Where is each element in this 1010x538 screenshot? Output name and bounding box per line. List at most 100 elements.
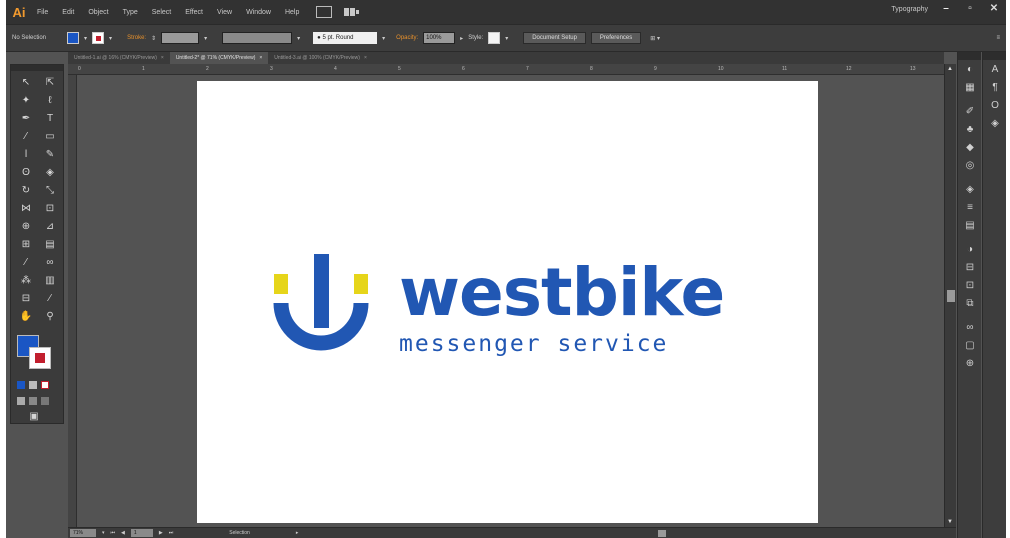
fill-swatch[interactable] <box>67 32 80 44</box>
eyedropper-icon[interactable]: ⁄ <box>15 255 37 271</box>
opacity-dropdown-icon[interactable]: ▸ <box>460 35 463 42</box>
symbol-sprayer-icon[interactable]: ⁂ <box>15 273 37 289</box>
rectangle-icon[interactable]: ▭ <box>39 129 61 145</box>
vertical-scrollbar[interactable]: ▲ ▼ <box>944 64 956 527</box>
document-setup-button[interactable]: Document Setup <box>523 32 586 44</box>
artboards-icon[interactable]: ▢ <box>958 336 982 354</box>
control-panel-menu-icon[interactable]: ≡ <box>996 35 1000 41</box>
menu-select[interactable]: Select <box>145 9 178 16</box>
canvas[interactable]: westbike messenger service <box>78 75 944 527</box>
horizontal-ruler[interactable]: 0 1 2 3 4 5 6 7 8 9 10 11 12 13 <box>68 64 944 75</box>
gradient-icon[interactable]: ▤ <box>39 237 61 253</box>
draw-inside-icon[interactable] <box>41 397 49 405</box>
pen-icon[interactable]: ✒ <box>15 111 37 127</box>
pencil-icon[interactable]: ✎ <box>39 147 61 163</box>
menu-object[interactable]: Object <box>81 9 115 16</box>
menu-effect[interactable]: Effect <box>178 9 210 16</box>
stroke-icon[interactable]: ≡ <box>958 198 982 216</box>
brush-dropdown-icon[interactable]: ▾ <box>382 35 385 42</box>
layers-icon[interactable]: ◈ <box>958 180 982 198</box>
stroke-weight-stepper[interactable]: ⇕ <box>151 35 156 42</box>
perspective-icon[interactable]: ⊿ <box>39 219 61 235</box>
dock-header[interactable] <box>983 52 1006 60</box>
brushes-icon[interactable]: ✐ <box>958 102 982 120</box>
none-mode-icon[interactable] <box>41 381 49 389</box>
slice-icon[interactable]: ∕ <box>39 291 61 307</box>
dock-header[interactable] <box>958 52 981 60</box>
brush-definition-field[interactable]: ● 5 pt. Round <box>313 32 378 44</box>
swatches-icon[interactable]: ▦ <box>958 78 982 96</box>
arrange-panel-icon[interactable]: ⊞ ▾ <box>650 35 660 42</box>
appearance-icon[interactable]: ◎ <box>958 156 982 174</box>
scale-icon[interactable]: ⤡ <box>39 183 61 199</box>
color-mode-icon[interactable] <box>17 381 25 389</box>
go-to-bridge-icon[interactable] <box>316 6 333 18</box>
first-artboard-icon[interactable]: ⏮ <box>111 530 116 536</box>
variable-width-field[interactable] <box>222 32 293 44</box>
horizontal-scroll-thumb[interactable] <box>658 530 666 537</box>
close-button[interactable]: ✕ <box>982 0 1006 16</box>
screen-mode-icon[interactable]: ▣ <box>11 409 57 425</box>
preferences-button[interactable]: Preferences <box>590 32 642 44</box>
stroke-weight-field[interactable] <box>161 32 200 44</box>
selection-icon[interactable]: ↖ <box>15 75 37 91</box>
paintbrush-icon[interactable]: ǀ <box>15 147 37 163</box>
menu-file[interactable]: File <box>30 9 55 16</box>
magic-wand-icon[interactable]: ✦ <box>15 93 37 109</box>
document-tab[interactable]: Untitled-3.ai @ 100% (CMYK/Preview) × <box>268 52 373 64</box>
next-artboard-icon[interactable]: ▶ <box>159 530 163 536</box>
menu-window[interactable]: Window <box>239 9 278 16</box>
line-icon[interactable]: ⁄ <box>15 129 37 145</box>
layers-icon[interactable]: ◈ <box>983 114 1006 132</box>
opacity-field[interactable]: 100% <box>423 32 456 44</box>
lasso-icon[interactable]: ℓ <box>39 93 61 109</box>
close-tab-icon[interactable]: × <box>259 55 262 61</box>
artboard[interactable]: westbike messenger service <box>197 81 818 523</box>
stroke-label[interactable]: Stroke: <box>127 35 146 41</box>
menu-view[interactable]: View <box>210 9 239 16</box>
gradient-mode-icon[interactable] <box>29 381 37 389</box>
shape-builder-icon[interactable]: ⊕ <box>15 219 37 235</box>
arrange-documents-icon[interactable] <box>344 8 360 16</box>
vertical-scroll-thumb[interactable] <box>947 290 955 302</box>
menu-type[interactable]: Type <box>116 9 145 16</box>
free-transform-icon[interactable]: ⊡ <box>39 201 61 217</box>
stroke-color-swatch[interactable] <box>29 347 51 369</box>
draw-normal-icon[interactable] <box>17 397 25 405</box>
restore-button[interactable]: ▫ <box>958 0 982 16</box>
vertical-ruler[interactable] <box>68 75 77 527</box>
stroke-dropdown-icon[interactable]: ▾ <box>109 35 112 42</box>
artboard-icon[interactable]: ⊟ <box>15 291 37 307</box>
opentype-icon[interactable]: O <box>983 96 1006 114</box>
navigator-icon[interactable]: ⊕ <box>958 354 982 372</box>
graphic-style-dropdown-icon[interactable]: ▾ <box>505 35 508 42</box>
paragraph-icon[interactable]: ¶ <box>983 78 1006 96</box>
blob-brush-icon[interactable]: ʘ <box>15 165 37 181</box>
current-tool-status[interactable]: Selection <box>229 530 250 536</box>
gradient-icon[interactable]: ▤ <box>958 216 982 234</box>
eraser-icon[interactable]: ◈ <box>39 165 61 181</box>
opacity-label[interactable]: Opacity: <box>396 35 418 41</box>
type-icon[interactable]: T <box>39 111 61 127</box>
hand-icon[interactable]: ✋ <box>15 309 37 325</box>
document-tab[interactable]: Untitled-1.ai @ 16% (CMYK/Preview) × <box>68 52 170 64</box>
rotate-icon[interactable]: ↻ <box>15 183 37 199</box>
zoom-dropdown-icon[interactable]: ▾ <box>102 530 105 536</box>
blend-icon[interactable]: ∞ <box>39 255 61 271</box>
westbike-logo[interactable]: westbike messenger service <box>197 81 818 523</box>
document-tab-active[interactable]: Untitled-2* @ 71% (CMYK/Preview) × <box>169 52 269 64</box>
menu-edit[interactable]: Edit <box>55 9 81 16</box>
stroke-weight-dropdown-icon[interactable]: ▾ <box>204 35 207 42</box>
menu-help[interactable]: Help <box>278 9 306 16</box>
mesh-icon[interactable]: ⊞ <box>15 237 37 253</box>
links-icon[interactable]: ∞ <box>958 318 982 336</box>
align-icon[interactable]: ⊟ <box>958 258 982 276</box>
close-tab-icon[interactable]: × <box>364 55 367 61</box>
width-icon[interactable]: ⋈ <box>15 201 37 217</box>
stroke-swatch[interactable] <box>92 32 105 44</box>
variable-width-dropdown-icon[interactable]: ▾ <box>297 35 300 42</box>
transform-icon[interactable]: ⊡ <box>958 276 982 294</box>
draw-behind-icon[interactable] <box>29 397 37 405</box>
fill-dropdown-icon[interactable]: ▾ <box>84 35 87 42</box>
minimize-button[interactable]: – <box>934 0 958 16</box>
